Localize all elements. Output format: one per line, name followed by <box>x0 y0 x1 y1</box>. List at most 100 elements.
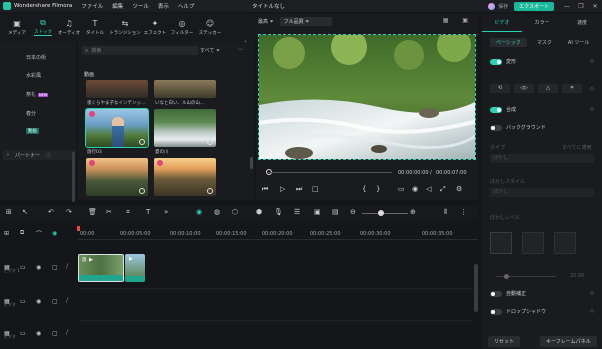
stop-icon[interactable]: □ <box>312 185 319 193</box>
timeline-scrollbar[interactable] <box>474 264 478 312</box>
magnet-icon[interactable]: ⌒ <box>36 229 42 238</box>
tab-speed[interactable]: 速度 <box>562 14 602 32</box>
prev-frame-icon[interactable]: ⏮ <box>262 185 268 194</box>
blur-level-preset[interactable] <box>522 232 544 254</box>
more-icon[interactable]: ⋮ <box>460 208 467 216</box>
search-input[interactable]: ⌕ 検索 <box>82 46 198 55</box>
mute-icon[interactable]: ⧸ <box>66 297 68 305</box>
zoom-in-icon[interactable]: ⊕ <box>410 208 416 216</box>
tab-video[interactable]: ビデオ <box>482 14 522 32</box>
category-item[interactable]: 祭礼 NEW <box>26 91 49 98</box>
tab-sticker[interactable]: ☺ ステッカー <box>196 14 224 40</box>
grid-icon[interactable]: ⦀ <box>444 208 447 217</box>
auto-enhance-toggle[interactable] <box>490 290 502 297</box>
play-icon[interactable]: ▷ <box>280 185 285 193</box>
maximize-icon[interactable]: ❐ <box>574 3 588 10</box>
menu-tools[interactable]: ツール <box>132 2 149 10</box>
type-select[interactable]: ぼかし <box>490 154 594 163</box>
reset-button[interactable]: リセット <box>488 336 521 347</box>
eye-icon[interactable]: ◉ <box>36 298 41 305</box>
stock-thumbnail-selected[interactable] <box>85 108 149 148</box>
menu-help[interactable]: ヘルプ <box>178 2 195 10</box>
transform-toggle[interactable] <box>490 58 502 65</box>
ai-cut-icon[interactable]: ⬡ <box>232 208 238 216</box>
favorite-icon[interactable] <box>89 111 95 117</box>
keyframe-diamond-icon[interactable]: ◇ <box>590 308 594 314</box>
monitor-icon[interactable]: ▭ <box>398 185 405 193</box>
stock-thumbnail[interactable] <box>154 158 216 196</box>
drop-shadow-toggle[interactable] <box>490 308 502 315</box>
frame-icon[interactable]: ▤ <box>332 208 339 216</box>
crop-icon[interactable]: ⌗ <box>562 84 582 93</box>
category-scrollbar[interactable] <box>72 152 75 202</box>
subtab-basic[interactable]: ベーシック <box>490 38 527 47</box>
keyframe-diamond-icon[interactable]: ◇ <box>590 290 594 296</box>
quality-dropdown[interactable]: 最高 ⏷ <box>258 18 274 25</box>
tab-transition[interactable]: ⇆ トランジション <box>108 14 142 40</box>
background-toggle[interactable] <box>490 124 502 131</box>
mark-icon[interactable]: ◍ <box>214 208 220 216</box>
mute-icon[interactable]: ⧸ <box>66 263 68 271</box>
more-tools-icon[interactable]: » <box>164 208 168 216</box>
minimize-icon[interactable]: — <box>560 3 574 10</box>
microphone-icon[interactable]: 🎙 <box>274 208 283 216</box>
snap-icon[interactable]: ◉ <box>52 230 57 237</box>
keyframe-diamond-icon[interactable]: ◇ <box>590 106 594 112</box>
volume-icon[interactable]: ◁ <box>426 185 431 193</box>
folder-icon[interactable]: ▭ <box>20 298 26 305</box>
settings-icon[interactable]: ⚙ <box>456 185 462 193</box>
partner-row[interactable]: › パートナー ⓘ <box>3 150 75 160</box>
category-item[interactable]: 日本の街 <box>26 54 46 61</box>
download-icon[interactable] <box>139 139 145 145</box>
lock-icon[interactable]: ▢ <box>52 264 58 271</box>
close-icon[interactable]: ✕ <box>588 3 602 10</box>
blur-level-knob[interactable] <box>504 274 509 279</box>
timeline-clip[interactable]: ▶ <box>125 254 145 282</box>
menu-file[interactable]: ファイル <box>81 2 103 10</box>
timeline-ruler[interactable]: 00:00 00:00:05:00 00:00:10:00 00:00:15:0… <box>78 226 478 240</box>
blur-level-value[interactable]: 20.00 <box>570 273 584 279</box>
category-item[interactable]: 水彩風 <box>26 72 41 79</box>
keyframe-panel-button[interactable]: キーフレームパネル <box>540 336 597 347</box>
mark-out-icon[interactable]: } <box>376 185 380 193</box>
stock-thumbnail[interactable] <box>154 80 216 98</box>
eye-icon[interactable]: ◉ <box>36 330 41 337</box>
tab-audio[interactable]: ♫ オーディオ <box>56 14 82 40</box>
lock-icon[interactable]: ▢ <box>52 330 58 337</box>
undo-icon[interactable]: ↶ <box>48 208 54 216</box>
folder-icon[interactable]: ▭ <box>20 330 26 337</box>
mark-in-icon[interactable]: { <box>362 185 366 193</box>
subtab-ai-tools[interactable]: AI ツール <box>562 38 596 47</box>
snapshot-icon[interactable]: ◉ <box>412 185 418 193</box>
keyframe-diamond-icon[interactable]: ◇ <box>590 86 594 92</box>
zoom-out-icon[interactable]: ⊖ <box>350 208 356 216</box>
render-icon[interactable]: ◉ <box>196 208 202 216</box>
timeline-clip-selected[interactable]: 旅 ▶ <box>78 254 124 282</box>
scrubber-track[interactable] <box>268 172 392 173</box>
tab-title[interactable]: T タイトル <box>82 14 108 40</box>
tab-media[interactable]: ▣ メディア <box>4 14 30 40</box>
preview-scrubber[interactable]: 00:00:00:00 / 00:00:07:00 <box>262 169 472 176</box>
stock-thumbnail[interactable] <box>86 80 148 98</box>
more-icon[interactable]: ⋯ <box>237 46 243 53</box>
download-icon[interactable] <box>207 139 213 145</box>
category-item[interactable]: 春分 <box>26 110 36 117</box>
favorite-icon[interactable] <box>89 160 95 166</box>
tab-stock[interactable]: ⧉ ストック <box>30 14 56 40</box>
folder-icon[interactable]: ▭ <box>20 264 26 271</box>
fullscreen-icon[interactable]: ⤢ <box>440 185 446 194</box>
eye-icon[interactable]: ◉ <box>36 264 41 271</box>
split-icon[interactable]: ✂ <box>106 208 112 216</box>
flip-vertical-icon[interactable]: △ <box>538 84 558 93</box>
category-item-selected[interactable]: 動画 <box>26 128 39 134</box>
download-icon[interactable] <box>207 188 213 194</box>
tab-color[interactable]: カラー <box>522 14 562 32</box>
list-icon[interactable]: ☰ <box>294 208 300 216</box>
add-track-icon[interactable]: ⊞ <box>4 230 9 237</box>
blur-level-preset[interactable] <box>554 232 576 254</box>
fit-dropdown[interactable]: フル品質 ⏷ <box>279 17 332 26</box>
shield-icon[interactable]: ⬢ <box>256 208 262 216</box>
menu-view[interactable]: 表示 <box>158 2 169 10</box>
delete-icon[interactable]: 🗑 <box>88 208 97 216</box>
stock-thumbnail[interactable] <box>86 158 148 196</box>
